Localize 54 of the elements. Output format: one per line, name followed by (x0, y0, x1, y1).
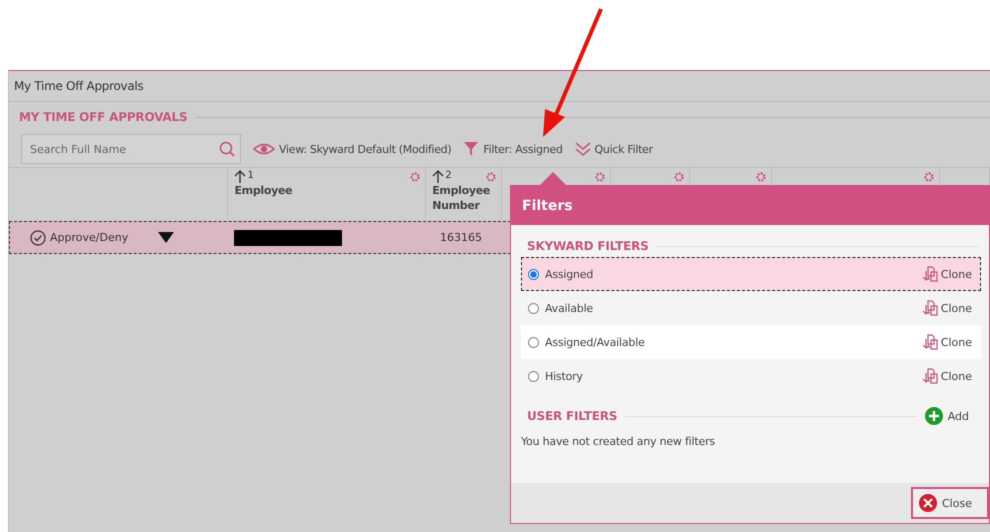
clone-button[interactable]: Clone (922, 300, 972, 316)
gear-icon (755, 171, 768, 183)
copy-icon (922, 334, 938, 350)
filter-label: Assigned (545, 268, 594, 280)
search-field[interactable]: Search Full Name (21, 134, 241, 164)
filter-row[interactable]: History Clone (521, 359, 981, 393)
eye-icon (253, 142, 275, 156)
copy-icon (922, 266, 938, 282)
gear-icon (485, 171, 498, 183)
view-button[interactable]: View: Skyward Default (Modified) (253, 142, 452, 156)
empty-message: You have not created any new filters (521, 435, 716, 448)
radio-button[interactable] (528, 370, 539, 382)
approve-deny-button[interactable]: Approve/Deny (30, 230, 128, 246)
gear-icon (923, 171, 936, 183)
funnel-icon (463, 141, 480, 157)
radio-button[interactable] (528, 268, 539, 280)
plus-icon (924, 407, 943, 425)
column-header[interactable]: Employee Number (432, 183, 496, 213)
gear-icon (673, 171, 686, 183)
search-icon (219, 141, 235, 157)
section-title: SKYWARD FILTERS (527, 239, 649, 253)
gear-icon (409, 171, 422, 183)
chevron-icon (574, 141, 591, 157)
filter-label: Available (545, 302, 593, 314)
section-title: USER FILTERS (527, 409, 618, 423)
copy-icon (922, 368, 938, 384)
table-cell: 163165 (440, 231, 482, 244)
filter-row[interactable]: Assigned Clone (521, 257, 981, 291)
quick-filter-button[interactable]: Quick Filter (574, 141, 653, 157)
up-arrow-icon (432, 170, 444, 183)
clone-button[interactable]: Clone (922, 266, 972, 282)
clone-button[interactable]: Clone (922, 334, 972, 350)
gear-icon (594, 171, 606, 183)
radio-button[interactable] (528, 336, 539, 348)
close-icon (919, 494, 937, 512)
dialog-title: Filters (522, 198, 573, 214)
up-arrow-icon (234, 170, 246, 183)
copy-icon (922, 300, 938, 316)
clone-button[interactable]: Clone (922, 368, 972, 384)
filter-row[interactable]: Available Clone (521, 291, 981, 325)
add-button[interactable]: Add (924, 407, 969, 425)
sort-indicator[interactable]: 2 (432, 170, 452, 183)
section-title: MY TIME OFF APPROVALS (19, 110, 188, 124)
filter-button[interactable]: Filter: Assigned (463, 141, 563, 157)
close-button[interactable]: Close (911, 487, 989, 519)
radio-button[interactable] (528, 302, 539, 314)
sort-indicator[interactable]: 1 (234, 170, 254, 183)
window-title: My Time Off Approvals (14, 79, 144, 93)
column-header[interactable]: Employee (234, 183, 292, 198)
filter-label: History (545, 370, 583, 382)
filter-label: Assigned/Available (545, 336, 645, 348)
filter-row[interactable]: Assigned/Available Clone (521, 325, 981, 359)
check-circle-icon (30, 230, 46, 246)
caret-icon[interactable] (158, 232, 174, 243)
